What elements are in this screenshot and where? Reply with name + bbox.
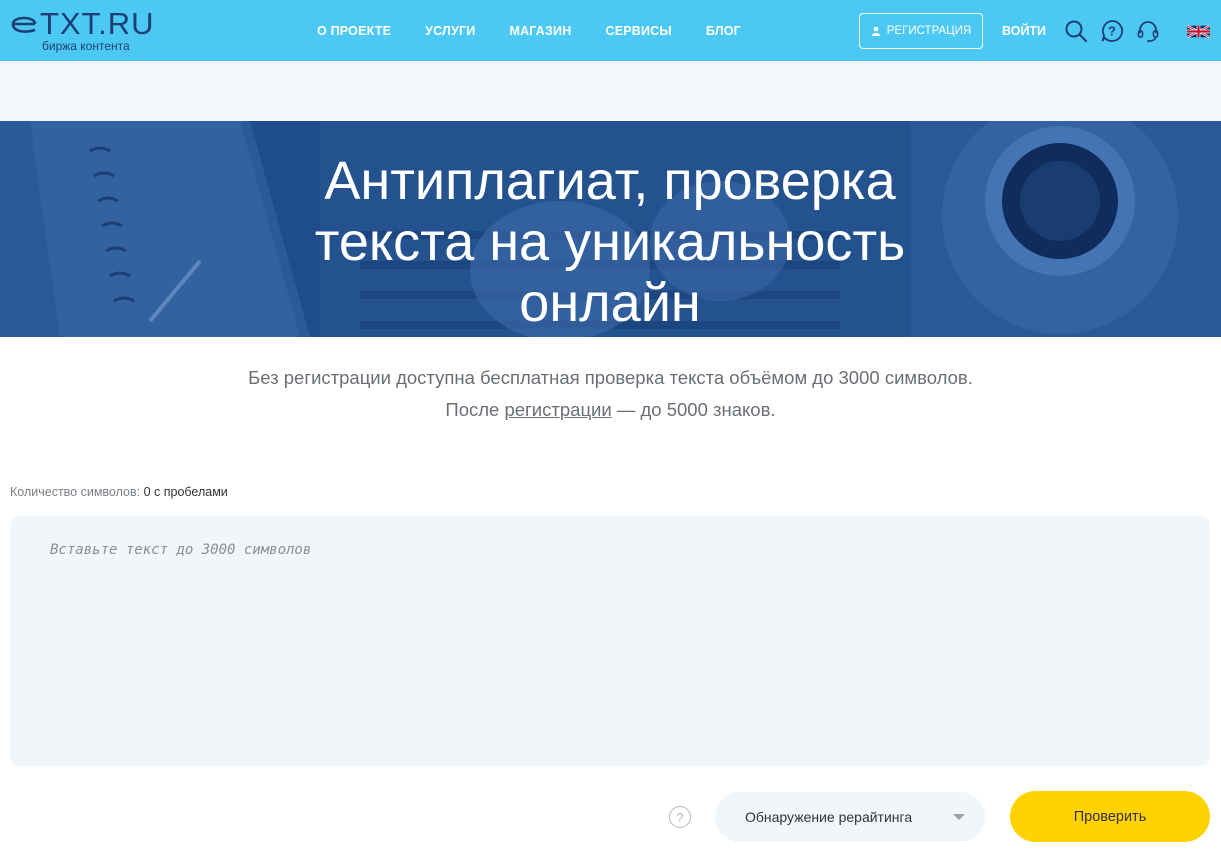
- hero-banner: Антиплагиат, проверка текста на уникальн…: [0, 121, 1221, 337]
- char-counter: Количество символов: 0 с пробелами: [10, 485, 228, 499]
- intro-text: Без регистрации доступна бесплатная пров…: [0, 362, 1221, 426]
- register-button[interactable]: РЕГИСТРАЦИЯ: [859, 13, 983, 49]
- nav-item-about[interactable]: О ПРОЕКТЕ: [317, 24, 391, 38]
- top-header: TXT.RU биржа контента О ПРОЕКТЕ УСЛУГИ М…: [0, 0, 1221, 61]
- caret-down-icon: [953, 814, 965, 820]
- intro-prefix: После: [445, 399, 500, 420]
- svg-text:?: ?: [1108, 24, 1116, 39]
- logo-subtitle: биржа контента: [42, 39, 130, 53]
- check-button[interactable]: Проверить: [1010, 791, 1210, 842]
- register-label: РЕГИСТРАЦИЯ: [886, 25, 972, 37]
- intro-suffix: — до 5000 знаков.: [616, 399, 776, 420]
- char-counter-value: 0 с пробелами: [143, 485, 228, 499]
- nav-item-services[interactable]: УСЛУГИ: [425, 24, 475, 38]
- logo-wordmark: TXT.RU: [10, 6, 155, 42]
- logo-text: TXT.RU: [40, 6, 155, 41]
- title-line-2: текста на уникальность: [314, 212, 906, 272]
- check-mode-select[interactable]: Обнаружение рерайтинга: [715, 792, 985, 842]
- intro-line-2: После регистрации — до 5000 знаков.: [0, 394, 1221, 426]
- site-logo[interactable]: TXT.RU биржа контента: [10, 6, 180, 56]
- search-icon[interactable]: [1064, 19, 1088, 43]
- check-mode-selected: Обнаружение рерайтинга: [745, 809, 913, 825]
- title-line-3: онлайн: [519, 273, 701, 333]
- help-circle-icon[interactable]: ?: [1100, 19, 1124, 43]
- page-title: Антиплагиат, проверка текста на уникальн…: [260, 151, 960, 334]
- main-nav: О ПРОЕКТЕ УСЛУГИ МАГАЗИН СЕРВИСЫ БЛОГ: [300, 0, 775, 61]
- login-link[interactable]: ВОЙТИ: [1002, 24, 1046, 38]
- nav-item-tools[interactable]: СЕРВИСЫ: [605, 24, 671, 38]
- uk-flag-icon[interactable]: [1187, 25, 1210, 38]
- text-input-area[interactable]: [10, 516, 1210, 766]
- nav-item-shop[interactable]: МАГАЗИН: [509, 24, 571, 38]
- intro-line-1: Без регистрации доступна бесплатная пров…: [248, 367, 973, 388]
- logo-e-icon: [11, 16, 37, 33]
- char-counter-label: Количество символов:: [10, 485, 141, 499]
- user-icon: [871, 26, 880, 36]
- subheader-band: [0, 61, 1221, 121]
- registration-link[interactable]: регистрации: [504, 399, 611, 420]
- title-line-1: Антиплагиат, проверка: [324, 151, 896, 211]
- support-headset-icon[interactable]: [1136, 19, 1160, 43]
- nav-item-blog[interactable]: БЛОГ: [706, 24, 741, 38]
- question-icon[interactable]: ?: [669, 806, 691, 828]
